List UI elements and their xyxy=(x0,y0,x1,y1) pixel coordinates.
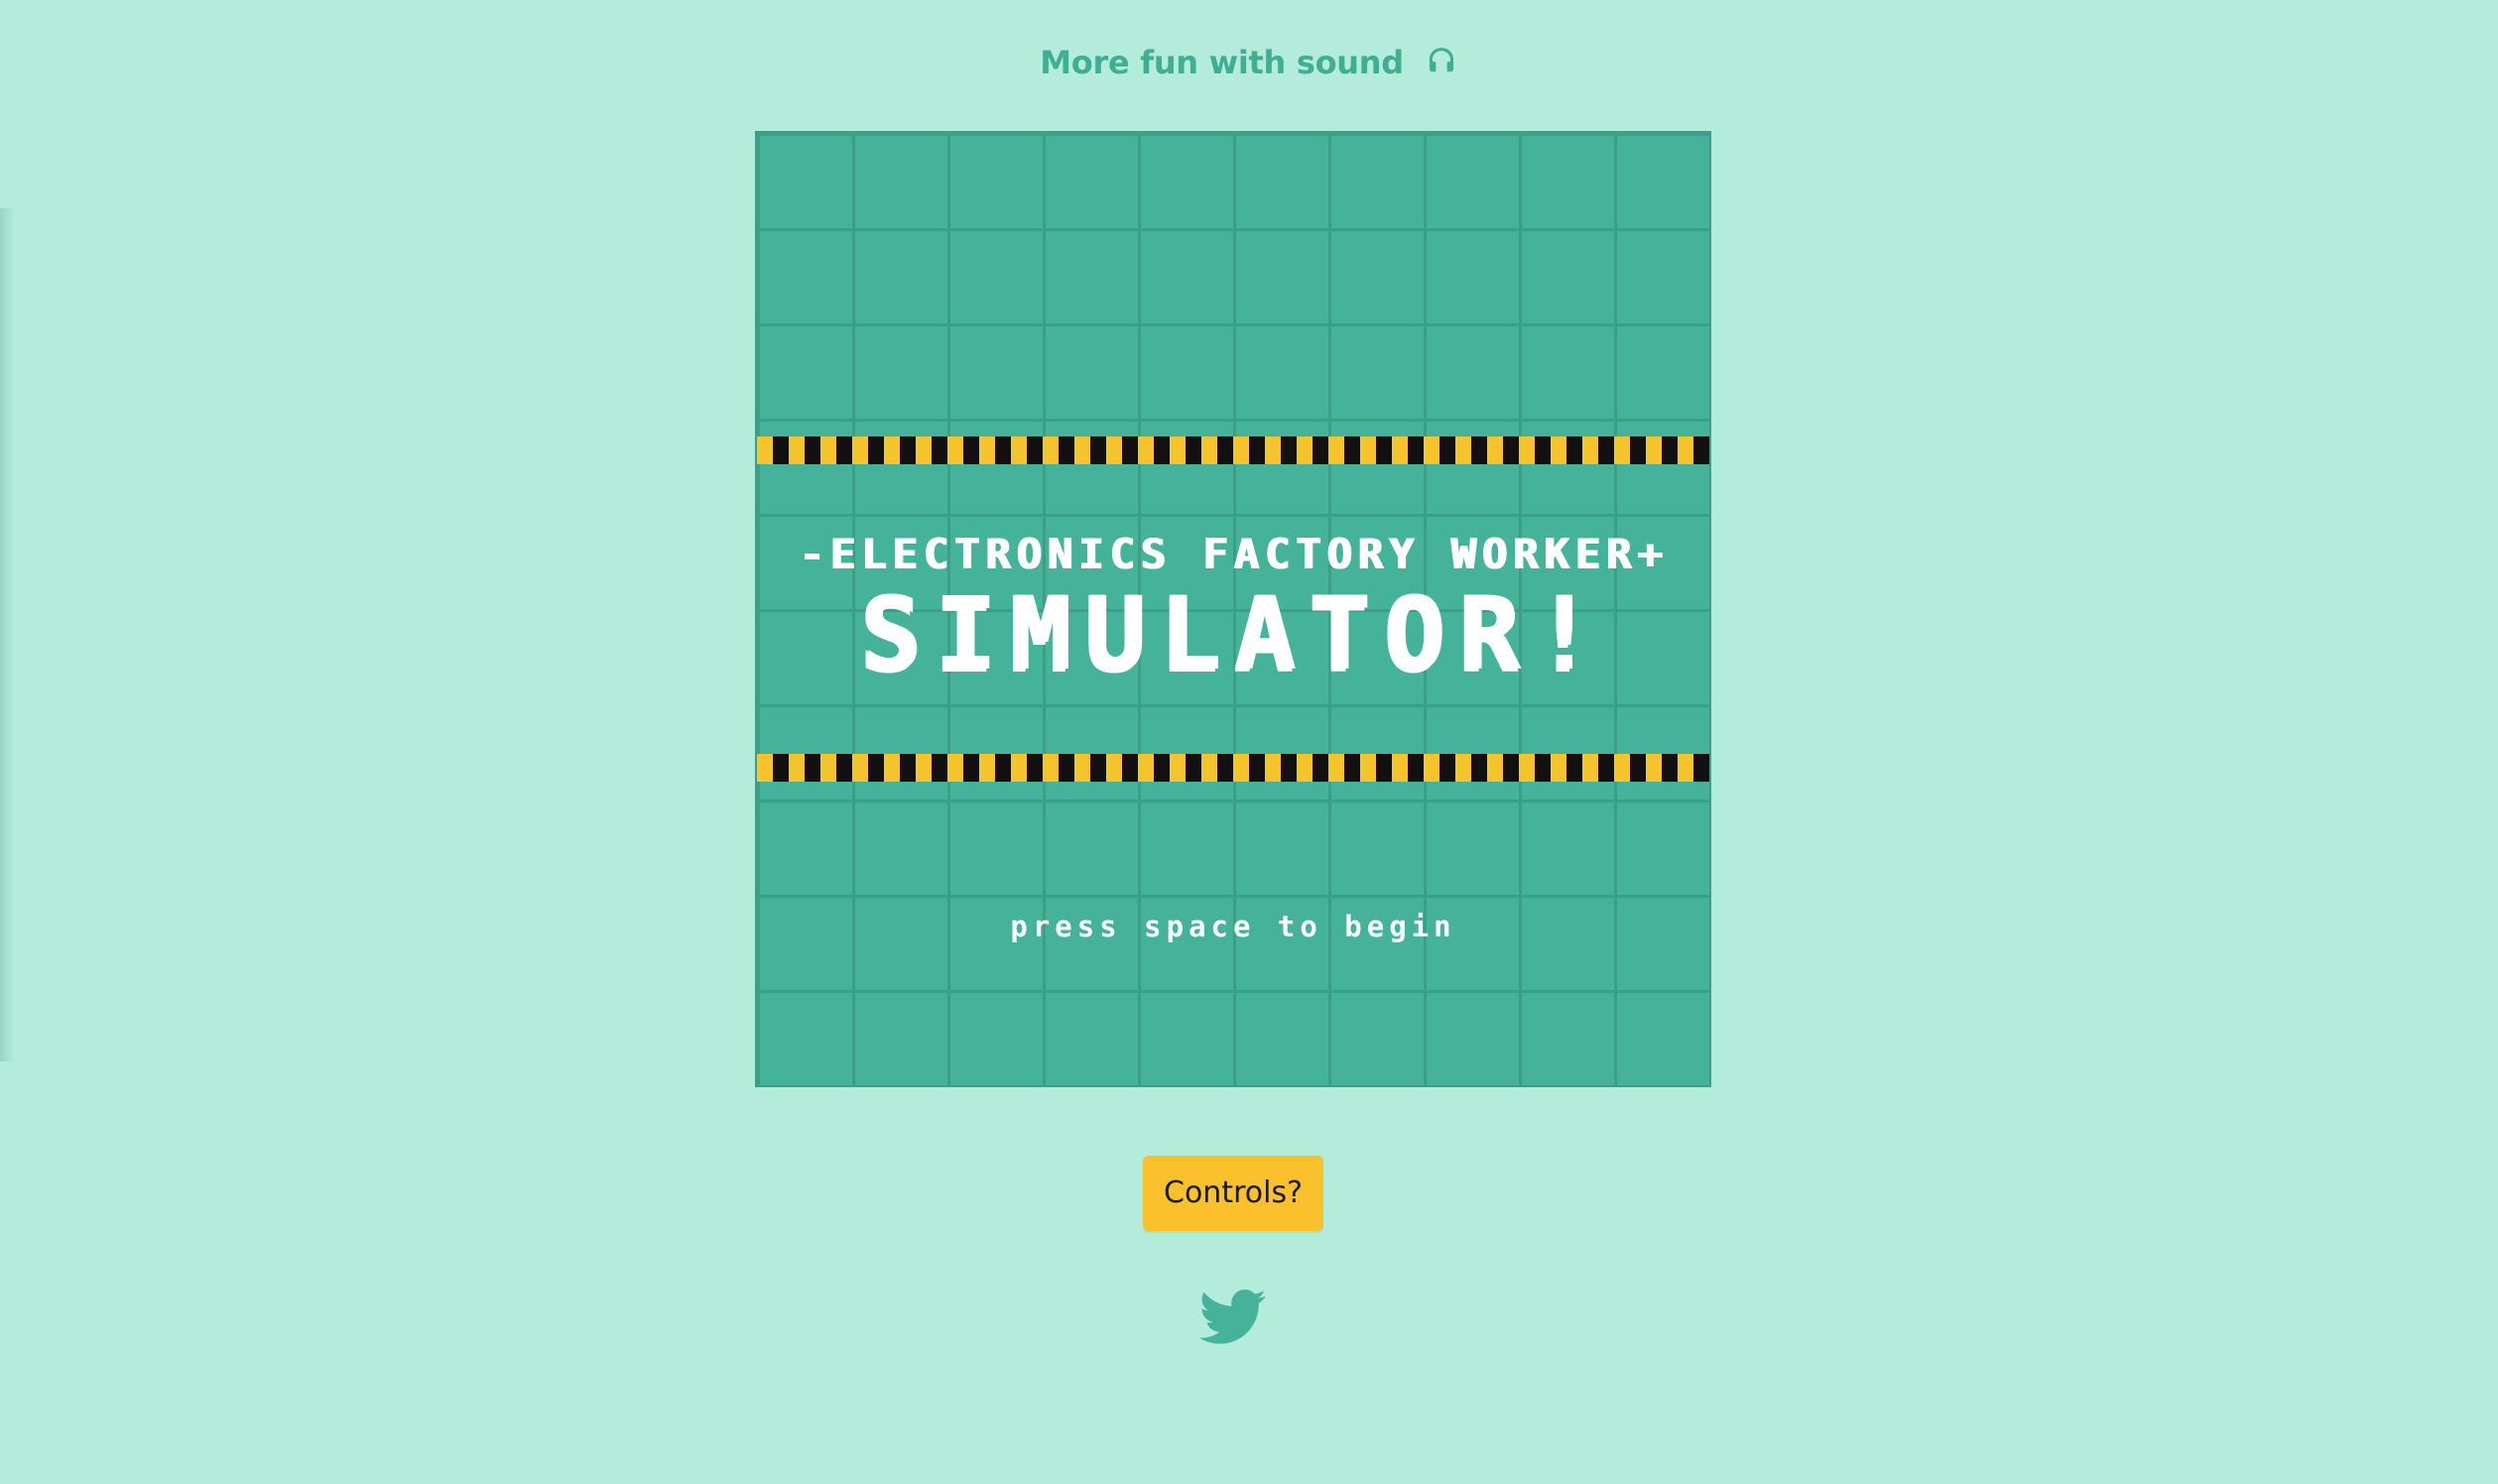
hazard-stripe-bottom xyxy=(757,754,1709,782)
sound-hint: More fun with sound xyxy=(0,38,2498,85)
sound-hint-text: More fun with sound xyxy=(1040,44,1404,81)
page: More fun with sound -ELECTRONICS FACTORY… xyxy=(0,0,2498,1484)
twitter-link[interactable] xyxy=(1199,1288,1267,1347)
game-title: SIMULATOR! xyxy=(858,575,1608,693)
game-canvas[interactable]: -ELECTRONICS FACTORY WORKER+ SIMULATOR! … xyxy=(757,133,1709,1085)
game-title-subtitle: -ELECTRONICS FACTORY WORKER+ xyxy=(798,530,1668,578)
edge-shadow xyxy=(0,208,14,1061)
hazard-stripe-top xyxy=(757,436,1709,464)
start-prompt: press space to begin xyxy=(1010,910,1456,943)
headphones-icon xyxy=(1425,44,1458,77)
twitter-icon xyxy=(1199,1288,1267,1347)
controls-button[interactable]: Controls? xyxy=(1143,1156,1323,1231)
